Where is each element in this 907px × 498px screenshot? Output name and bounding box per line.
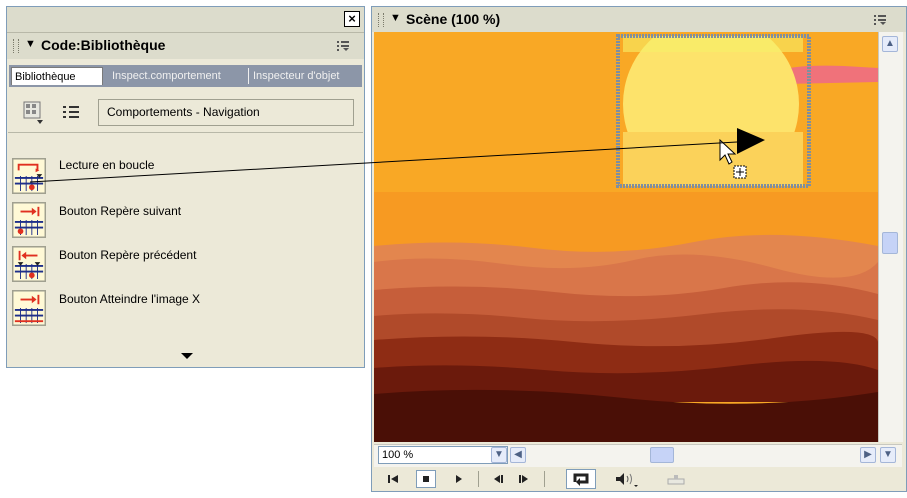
tab-divider: [248, 68, 249, 84]
library-panel: × ▼ Code:Bibliothèque Bibliothèque Inspe…: [6, 6, 365, 368]
zoom-select[interactable]: 100 %: [378, 446, 508, 464]
toolbar-separator: [478, 471, 479, 487]
scroll-down-arrow-icon[interactable]: [181, 353, 193, 359]
list-divider: [8, 132, 363, 133]
category-field[interactable]: Comportements - Navigation: [98, 99, 354, 126]
library-tab-bar: Bibliothèque Inspect.comportement Inspec…: [9, 65, 362, 87]
tab-inspecteur-objet[interactable]: Inspecteur d'objet: [250, 67, 362, 85]
close-button[interactable]: ×: [344, 11, 360, 27]
step-back-icon[interactable]: [490, 471, 508, 487]
collapse-triangle-icon[interactable]: ▼: [390, 12, 401, 24]
stage-title: Scène (100 %): [406, 11, 501, 27]
list-item-label: Bouton Repère précédent: [59, 248, 197, 262]
view-options-icon[interactable]: [23, 101, 45, 125]
zoom-dropdown-button[interactable]: ▼: [491, 447, 507, 463]
list-item-label: Bouton Atteindre l'image X: [59, 292, 201, 306]
zoom-value: 100 %: [382, 449, 414, 461]
loop-behavior-icon: [12, 158, 46, 194]
library-title: Code:Bibliothèque: [41, 37, 166, 53]
stop-icon: [423, 476, 429, 482]
toolbar-separator: [544, 471, 545, 487]
list-item-label: Lecture en boucle: [59, 158, 155, 172]
grip-icon[interactable]: [378, 13, 384, 27]
scroll-left-button[interactable]: ◀: [510, 447, 526, 463]
tab-bibliotheque[interactable]: Bibliothèque: [11, 67, 103, 85]
panel-drag-bar[interactable]: ×: [7, 7, 364, 33]
rewind-icon[interactable]: [384, 471, 402, 487]
loop-icon: [573, 473, 589, 486]
vertical-scrollbar[interactable]: ▲: [878, 32, 903, 442]
close-icon: ×: [348, 11, 356, 26]
scroll-down-button[interactable]: ▼: [880, 447, 896, 463]
panel-menu-icon[interactable]: [874, 14, 888, 26]
horizontal-scroll-thumb[interactable]: [650, 447, 674, 463]
scroll-right-button[interactable]: ▶: [860, 447, 876, 463]
loop-toggle-button[interactable]: [566, 469, 596, 489]
volume-icon[interactable]: [614, 471, 640, 487]
previous-marker-icon: [12, 246, 46, 282]
collapse-triangle-icon[interactable]: ▼: [25, 38, 36, 50]
next-marker-icon: [12, 202, 46, 238]
horizontal-scroll-track[interactable]: [528, 447, 848, 463]
library-title-bar[interactable]: ▼ Code:Bibliothèque: [7, 33, 364, 59]
stage-title-bar[interactable]: ▼ Scène (100 %): [372, 7, 906, 32]
scroll-thumb[interactable]: [882, 232, 898, 254]
list-item-label: Bouton Repère suivant: [59, 204, 182, 218]
playback-controls: [374, 467, 902, 491]
timeline-scrub-icon[interactable]: [666, 471, 686, 487]
scroll-up-button[interactable]: ▲: [882, 36, 898, 52]
sunset-artwork: [374, 32, 878, 442]
tab-inspect-comportement[interactable]: Inspect.comportement: [109, 67, 244, 85]
step-forward-icon[interactable]: [514, 471, 532, 487]
stop-button[interactable]: [416, 470, 436, 488]
list-view-icon[interactable]: [63, 105, 79, 119]
goto-frame-icon: [12, 290, 46, 326]
stage-canvas[interactable]: [374, 32, 878, 442]
panel-menu-icon[interactable]: [337, 40, 351, 52]
grip-icon[interactable]: [13, 39, 19, 53]
play-icon[interactable]: [450, 471, 468, 487]
